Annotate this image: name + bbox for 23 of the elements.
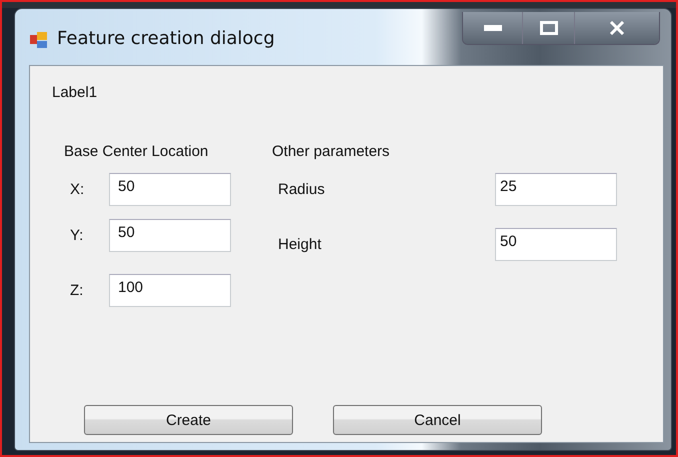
window-title: Feature creation dialocg <box>57 28 275 49</box>
form-label: Label1 <box>52 84 98 101</box>
maximize-icon <box>540 21 558 35</box>
field-label: X: <box>69 181 86 198</box>
maximize-button[interactable] <box>523 12 575 44</box>
field-label: Y: <box>69 227 84 244</box>
input-field[interactable]: 25 <box>495 173 617 206</box>
close-button[interactable] <box>575 12 659 44</box>
group-heading: Other parameters <box>272 143 391 160</box>
field-label: Z: <box>69 282 84 299</box>
close-icon <box>609 21 625 35</box>
app-icon <box>29 30 49 50</box>
input-field[interactable]: 100 <box>109 274 231 307</box>
input-field[interactable]: 50 <box>109 219 231 252</box>
field-label: Height <box>277 236 322 253</box>
input-field[interactable]: 50 <box>495 228 617 261</box>
create-button[interactable]: Create <box>84 405 293 435</box>
input-field[interactable]: 50 <box>109 173 231 206</box>
cancel-button[interactable]: Cancel <box>333 405 542 435</box>
minimize-button[interactable] <box>463 12 523 44</box>
group-heading: Base Center Location <box>64 143 210 160</box>
minimize-icon <box>484 25 502 31</box>
field-label: Radius <box>277 181 326 198</box>
